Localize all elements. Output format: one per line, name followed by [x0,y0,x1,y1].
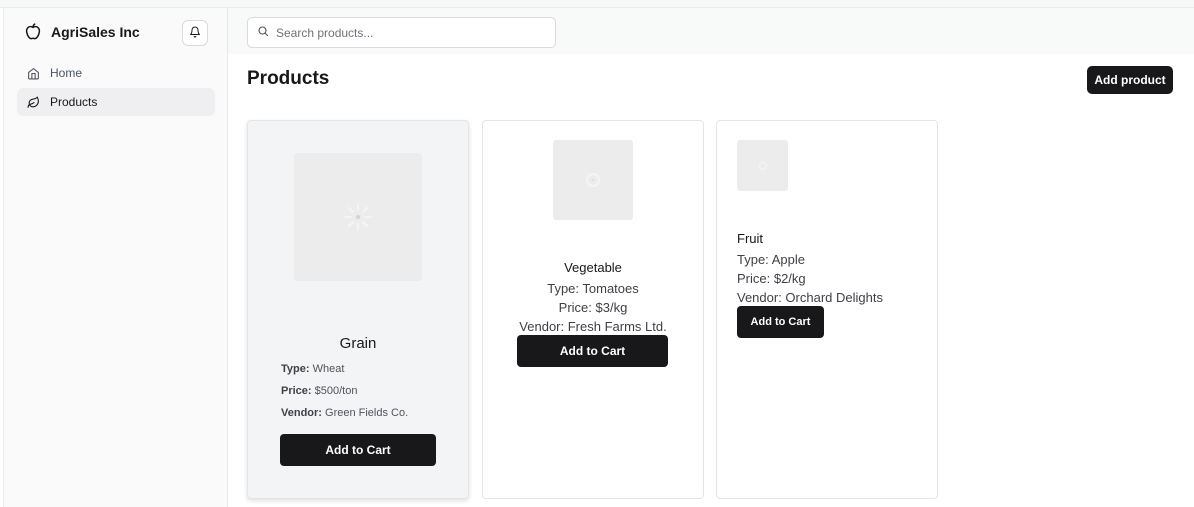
product-image-placeholder [737,140,788,191]
brand[interactable]: AgriSales Inc [23,22,140,42]
product-attributes: Type: Apple Price: $2/kg Vendor: Orchard… [737,250,883,307]
product-type: Type: Apple [737,252,805,267]
type-value: Wheat [312,363,345,375]
vendor-value: Green Fields Co. [325,407,409,419]
product-attributes: Type: Tomatoes Price: $3/kg Vendor: Fres… [483,279,703,336]
top-strip [0,0,1194,8]
main-content: Products Add product Grain Type: Wheat P… [228,54,1194,507]
product-price: Price: $3/kg [558,300,628,315]
sidebar-item-label: Home [50,66,83,80]
product-type: Type: Wheat [281,362,408,384]
type-key: Type: [281,363,310,375]
product-type: Type: Tomatoes [547,281,639,296]
sidebar-item-label: Products [50,95,98,109]
top-bar [228,8,1194,54]
home-icon [27,67,40,80]
app-window: AgriSales Inc Home Products Search produ… [0,0,1194,507]
product-card-fruit[interactable]: Fruit Type: Apple Price: $2/kg Vendor: O… [716,120,938,499]
loading-spinner-icon [586,173,600,187]
product-card-vegetable[interactable]: Vegetable Type: Tomatoes Price: $3/kg Ve… [482,120,704,499]
sidebar-nav: Home Products [17,59,215,117]
product-vendor: Vendor: Green Fields Co. [281,406,408,428]
leaf-icon [27,96,40,109]
sidebar-item-products[interactable]: Products [17,88,215,116]
product-name: Grain [339,335,377,352]
app-name: AgriSales Inc [51,24,140,40]
add-to-cart-button[interactable]: Add to Cart [737,306,824,338]
price-key: Price: [281,385,312,397]
product-image-placeholder [294,153,422,281]
search-input[interactable] [276,25,536,40]
product-vendor: Vendor: Orchard Delights [737,290,883,305]
search-icon [257,24,269,42]
add-to-cart-button[interactable]: Add to Cart [517,335,668,367]
vendor-key: Vendor: [281,407,322,419]
price-value: $500/ton [314,385,358,397]
product-name: Fruit [737,231,763,246]
loading-spinner-icon [758,161,767,170]
sidebar: AgriSales Inc Home Products [3,8,228,507]
product-name: Vegetable [564,260,622,275]
product-price: Price: $2/kg [737,271,806,286]
product-vendor: Vendor: Fresh Farms Ltd. [519,319,667,334]
search-box[interactable] [247,17,556,48]
product-price: Price: $500/ton [281,384,408,406]
add-to-cart-button[interactable]: Add to Cart [280,434,436,466]
apple-icon [23,22,43,42]
notifications-button[interactable] [182,20,208,46]
add-product-button[interactable]: Add product [1087,66,1173,94]
product-image-placeholder [553,140,633,220]
product-card-grain[interactable]: Grain Type: Wheat Price: $500/ton Vendor… [247,120,469,499]
bell-icon [189,26,201,41]
product-attributes: Type: Wheat Price: $500/ton Vendor: Gree… [281,362,408,428]
loading-spinner-icon [344,203,372,231]
sidebar-item-home[interactable]: Home [17,59,215,87]
page-title: Products [247,68,330,89]
